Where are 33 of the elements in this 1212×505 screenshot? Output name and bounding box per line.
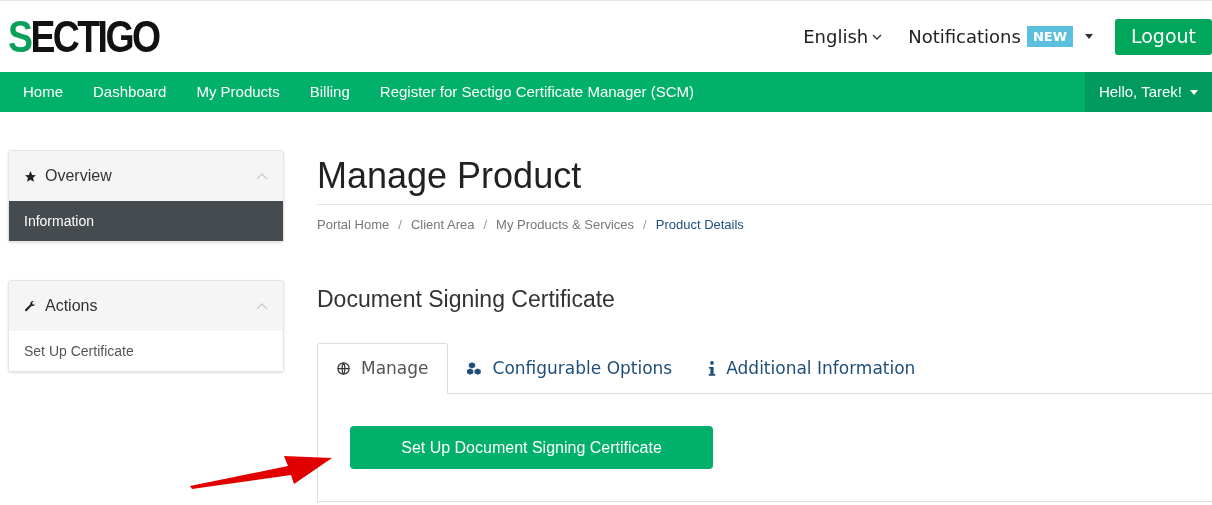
panel-title: Actions	[45, 296, 98, 316]
caret-icon	[1190, 89, 1198, 95]
breadcrumb-link[interactable]: My Products & Services	[496, 215, 635, 235]
user-menu[interactable]: Hello, Tarek!	[1084, 72, 1212, 112]
globe-icon	[336, 361, 351, 376]
tab[interactable]: Manage	[317, 343, 448, 394]
info-icon	[708, 360, 717, 377]
tab[interactable]: Additional Information	[690, 343, 934, 394]
language-dropdown[interactable]: English	[803, 23, 883, 50]
chevron-up-icon	[256, 172, 268, 180]
breadcrumb-separator: /	[397, 216, 403, 234]
caret-icon	[1085, 34, 1093, 39]
breadcrumb-separator: /	[642, 216, 648, 234]
breadcrumb-link[interactable]: Product Details	[655, 215, 744, 235]
logo[interactable]: SECTIGO	[8, 14, 159, 59]
cubes-icon	[465, 361, 483, 376]
sidebar-item[interactable]: Information	[9, 201, 283, 241]
new-badge: NEW	[1026, 25, 1073, 48]
star-icon	[24, 169, 37, 183]
wrench-icon	[24, 299, 37, 313]
tab[interactable]: Configurable Options	[447, 343, 691, 394]
panel-header[interactable]: Overview	[9, 151, 283, 201]
page-title: Manage Product	[317, 154, 583, 194]
chevron-down-icon	[872, 33, 883, 40]
product-name: Document Signing Certificate	[317, 284, 616, 314]
sidebar-item[interactable]: Set Up Certificate	[9, 331, 283, 371]
panel-header[interactable]: Actions	[9, 281, 283, 331]
panel-title: Overview	[45, 166, 112, 186]
notifications-dropdown[interactable]: Notifications NEW	[908, 23, 1093, 50]
breadcrumb-separator: /	[482, 216, 489, 234]
breadcrumb-link[interactable]: Portal Home	[317, 215, 390, 235]
chevron-up-icon	[256, 302, 268, 310]
breadcrumb-link[interactable]: Client Area	[410, 215, 475, 235]
